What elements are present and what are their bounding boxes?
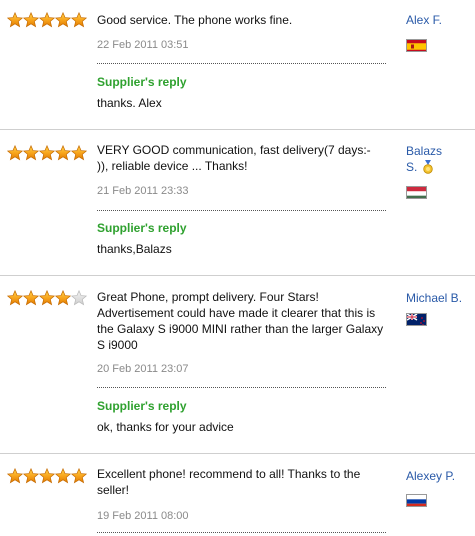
review-text: Good service. The phone works fine.	[97, 13, 293, 27]
reviewer-name-link[interactable]: Balazs S.	[406, 143, 470, 175]
spain-flag-icon	[406, 39, 427, 52]
medal-icon	[422, 160, 433, 174]
supplier-reply-text: thanks. Alex	[97, 96, 162, 110]
hungary-flag-icon	[406, 186, 427, 199]
dotted-divider	[97, 63, 386, 64]
review-text-line: Excellent phone! recommend to all! Thank…	[97, 467, 361, 481]
star-filled-icon	[39, 145, 55, 161]
review-text-line: S i9000	[97, 338, 138, 352]
star-filled-icon	[55, 12, 71, 28]
dotted-divider	[97, 532, 386, 533]
star-filled-icon	[39, 290, 55, 306]
supplier-reply-title: Supplier's reply	[97, 75, 187, 89]
star-filled-icon	[7, 468, 23, 484]
review-date: 21 Feb 2011 23:33	[97, 185, 189, 197]
star-filled-icon	[7, 290, 23, 306]
review-text-line: )), reliable device ... Thanks!	[97, 159, 248, 173]
supplier-reply-title: Supplier's reply	[97, 399, 187, 413]
star-filled-icon	[71, 468, 87, 484]
review-body: Excellent phone! recommend to all! Thank…	[97, 466, 389, 533]
star-filled-icon	[39, 12, 55, 28]
star-filled-icon	[23, 468, 39, 484]
star-filled-icon	[55, 145, 71, 161]
review-separator	[0, 129, 475, 130]
reviewer-name-link[interactable]: Alexey P.	[406, 468, 470, 484]
reviewer-name-line1: Balazs	[406, 144, 443, 158]
review-text-line: Advertisement could have made it clearer…	[97, 306, 376, 320]
star-filled-icon	[71, 12, 87, 28]
reviewer-name-link[interactable]: Alex F.	[406, 12, 470, 28]
star-empty-icon	[71, 290, 87, 306]
review-text-line: seller!	[97, 483, 130, 497]
new-zealand-flag-icon	[406, 313, 427, 326]
review-body: VERY GOOD communication, fast delivery(7…	[97, 142, 389, 256]
review-date: 19 Feb 2011 08:00	[97, 510, 189, 522]
supplier-reply-title: Supplier's reply	[97, 221, 187, 235]
russia-flag-icon	[406, 494, 427, 507]
star-filled-icon	[23, 290, 39, 306]
star-filled-icon	[23, 12, 39, 28]
star-filled-icon	[7, 12, 23, 28]
review-date: 22 Feb 2011 03:51	[97, 39, 189, 51]
dotted-divider	[97, 387, 386, 388]
star-filled-icon	[55, 290, 71, 306]
star-filled-icon	[71, 145, 87, 161]
reviewer-name-link[interactable]: Michael B.	[406, 290, 470, 306]
review-body: Great Phone, prompt delivery. Four Stars…	[97, 289, 389, 434]
supplier-reply-text: ok, thanks for your advice	[97, 420, 234, 434]
star-filled-icon	[23, 145, 39, 161]
review-body: Good service. The phone works fine. 22 F…	[97, 12, 389, 110]
reviewer-name-line2: S.	[406, 160, 418, 174]
review-text-line: the Galaxy S i9000 MINI rather than the …	[97, 322, 384, 336]
review-text-line: VERY GOOD communication, fast delivery(7…	[97, 143, 371, 157]
review-text-line: Great Phone, prompt delivery. Four Stars…	[97, 290, 319, 304]
review-separator	[0, 453, 475, 454]
supplier-reply-text: thanks,Balazs	[97, 242, 172, 256]
star-filled-icon	[55, 468, 71, 484]
review-date: 20 Feb 2011 23:07	[97, 363, 189, 375]
star-filled-icon	[7, 145, 23, 161]
dotted-divider	[97, 210, 386, 211]
review-separator	[0, 275, 475, 276]
star-filled-icon	[39, 468, 55, 484]
